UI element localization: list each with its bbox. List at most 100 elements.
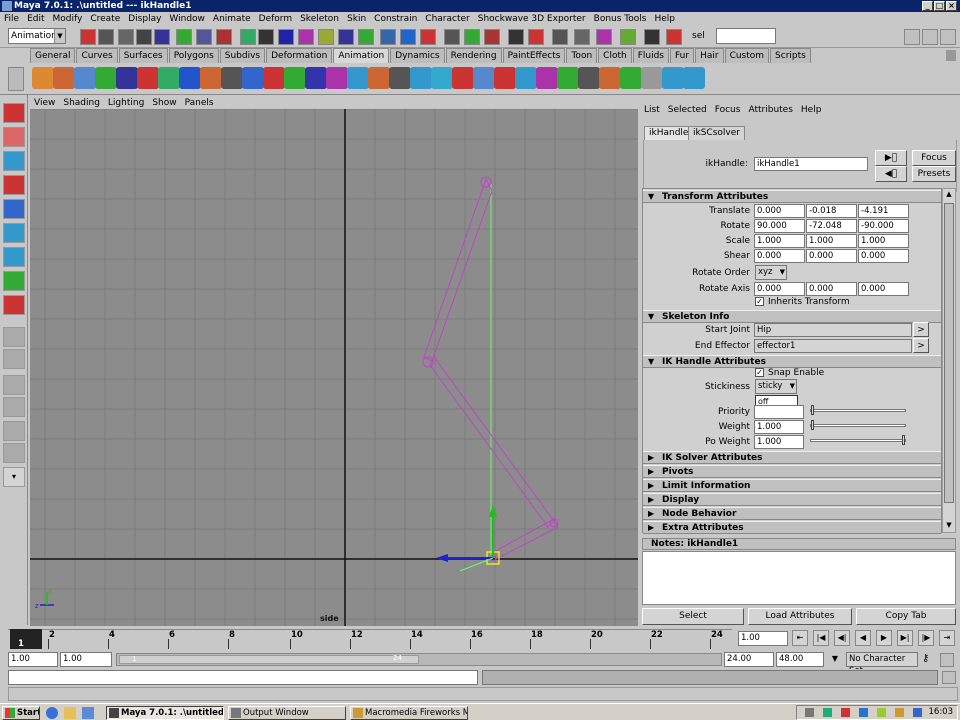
- shelf-tab-cloth[interactable]: Cloth: [598, 48, 632, 63]
- status-tool-icon[interactable]: [318, 29, 334, 45]
- playback-button-icon[interactable]: ◀|: [834, 630, 850, 646]
- tool-icon[interactable]: [3, 127, 25, 147]
- inherits-transform-checkbox[interactable]: ✓: [755, 297, 764, 306]
- translate-y-field[interactable]: -0.018: [806, 204, 857, 218]
- viewport-menu-lighting[interactable]: Lighting: [104, 97, 148, 109]
- layout-icon[interactable]: [3, 421, 25, 441]
- thigh-bone[interactable]: [423, 177, 493, 362]
- snap-enable-checkbox[interactable]: ✓: [755, 368, 764, 377]
- current-frame-field[interactable]: 1.00: [738, 631, 788, 646]
- layout-icon[interactable]: [3, 327, 25, 347]
- copy-tab-button[interactable]: Copy Tab: [856, 608, 956, 625]
- quick-selection-field[interactable]: [716, 28, 776, 44]
- tray-icon[interactable]: [895, 708, 904, 717]
- shelf-menu-icon[interactable]: [8, 67, 24, 91]
- shelf-tab-custom[interactable]: Custom: [724, 48, 770, 63]
- tray-icon[interactable]: [841, 708, 850, 717]
- tool-icon[interactable]: [3, 151, 25, 171]
- move-z-arrow-icon[interactable]: [436, 554, 448, 562]
- status-tool-icon[interactable]: [358, 29, 374, 45]
- menu-character[interactable]: Character: [421, 12, 473, 26]
- close-button[interactable]: ×: [946, 1, 957, 11]
- shelf-tool-icon[interactable]: [620, 67, 642, 89]
- start-joint-link-button[interactable]: >: [913, 322, 929, 337]
- time-slider-track[interactable]: [8, 629, 732, 649]
- weight-slider-knob[interactable]: [811, 420, 814, 430]
- playback-button-icon[interactable]: |▶: [918, 630, 934, 646]
- shelf-tab-dynamics[interactable]: Dynamics: [390, 48, 445, 63]
- attribute-editor-icon[interactable]: [940, 29, 956, 45]
- shin-bone[interactable]: [429, 356, 555, 528]
- shelf-tool-icon[interactable]: [347, 67, 369, 89]
- menu-help[interactable]: Help: [650, 12, 679, 26]
- status-tool-icon[interactable]: [464, 29, 480, 45]
- tool-settings-icon[interactable]: [904, 29, 920, 45]
- status-tool-icon[interactable]: [154, 29, 170, 45]
- ie-icon[interactable]: [46, 707, 58, 719]
- po-weight-field[interactable]: 1.000: [754, 435, 804, 449]
- status-tool-icon[interactable]: [400, 29, 416, 45]
- menu-skin[interactable]: Skin: [343, 12, 370, 26]
- section-ik-solver-attributes[interactable]: ▶ IK Solver Attributes: [643, 451, 941, 464]
- menu-constrain[interactable]: Constrain: [370, 12, 421, 26]
- menu-set-dropdown[interactable]: Animation ▼: [8, 28, 66, 44]
- shelf-tool-icon[interactable]: [263, 67, 285, 89]
- layout-icon[interactable]: [3, 397, 25, 417]
- section-display[interactable]: ▶ Display: [643, 493, 941, 506]
- priority-slider-knob[interactable]: [811, 405, 814, 415]
- tool-icon[interactable]: [3, 199, 25, 219]
- section-pivots[interactable]: ▶ Pivots: [643, 465, 941, 478]
- status-tool-icon[interactable]: [240, 29, 256, 45]
- shelf-tool-icon[interactable]: [473, 67, 495, 89]
- tray-icon[interactable]: [877, 708, 886, 717]
- shelf-tool-icon[interactable]: [578, 67, 600, 89]
- menu-deform[interactable]: Deform: [255, 12, 296, 26]
- trash-icon[interactable]: [946, 50, 956, 61]
- shelf-tool-icon[interactable]: [95, 67, 117, 89]
- rotate-y-field[interactable]: -72.048: [806, 219, 857, 233]
- section-skeleton-info[interactable]: ▼ Skeleton Info: [643, 310, 941, 323]
- menu-bonus-tools[interactable]: Bonus Tools: [590, 12, 651, 26]
- shelf-tab-scripts[interactable]: Scripts: [770, 48, 811, 63]
- menu-edit[interactable]: Edit: [23, 12, 48, 26]
- shelf-tool-icon[interactable]: [599, 67, 621, 89]
- layout-icon[interactable]: [3, 349, 25, 369]
- animation-prefs-icon[interactable]: [940, 653, 954, 667]
- move-y-arrow-icon[interactable]: [489, 505, 497, 517]
- section-extra-attributes[interactable]: ▶ Extra Attributes: [643, 521, 941, 534]
- status-tool-icon[interactable]: [176, 29, 192, 45]
- shelf-tool-icon[interactable]: [32, 67, 54, 89]
- shelf-tab-hair[interactable]: Hair: [695, 48, 724, 63]
- status-tool-icon[interactable]: [574, 29, 590, 45]
- playback-button-icon[interactable]: ⇥: [939, 630, 955, 646]
- shelf-tab-curves[interactable]: Curves: [76, 48, 118, 63]
- tray-icon[interactable]: [859, 708, 868, 717]
- shelf-tab-subdivs[interactable]: Subdivs: [219, 48, 266, 63]
- shelf-tab-toon[interactable]: Toon: [566, 48, 598, 63]
- po-weight-slider-knob[interactable]: [902, 435, 905, 445]
- weight-slider[interactable]: [810, 424, 906, 427]
- tool-icon[interactable]: [3, 247, 25, 267]
- shelf-tab-painteffects[interactable]: PaintEffects: [502, 48, 566, 63]
- layout-icon[interactable]: [3, 375, 25, 395]
- tool-icon[interactable]: [3, 175, 25, 195]
- menu-shockwave-3d-exporter[interactable]: Shockwave 3D Exporter: [474, 12, 590, 26]
- scroll-thumb[interactable]: [944, 203, 954, 503]
- ae-menu-list[interactable]: List: [640, 104, 664, 116]
- scale-z-field[interactable]: 1.000: [858, 234, 909, 248]
- shelf-tool-icon[interactable]: [515, 67, 537, 89]
- section-ik-handle-attributes[interactable]: ▼ IK Handle Attributes: [643, 355, 941, 368]
- status-tool-icon[interactable]: [196, 29, 212, 45]
- scroll-down-icon[interactable]: ▼: [944, 521, 954, 531]
- tool-icon[interactable]: [3, 223, 25, 243]
- notes-textarea[interactable]: [642, 551, 956, 605]
- viewport-menu-show[interactable]: Show: [148, 97, 180, 109]
- shelf-tool-icon[interactable]: [179, 67, 201, 89]
- status-tool-icon[interactable]: [596, 29, 612, 45]
- section-limit-information[interactable]: ▶ Limit Information: [643, 479, 941, 492]
- character-set-field[interactable]: No Character Set: [846, 652, 918, 676]
- shelf-tool-icon[interactable]: [536, 67, 558, 89]
- rotate-x-field[interactable]: 90.000: [754, 219, 805, 233]
- layout-icon[interactable]: [3, 443, 25, 463]
- taskbar-item[interactable]: Maya 7.0.1: .\untitled ...: [106, 706, 224, 720]
